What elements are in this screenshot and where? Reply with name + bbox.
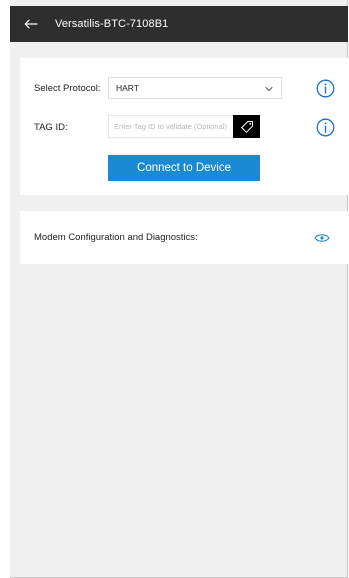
tag-id-label: TAG ID: <box>34 122 68 133</box>
eye-icon <box>314 234 330 242</box>
modem-toggle-button[interactable] <box>314 231 330 243</box>
connection-card: Select Protocol: HART TAG ID: Enter Tag … <box>20 58 348 195</box>
arrow-left-icon <box>24 19 38 29</box>
connect-to-device-button[interactable]: Connect to Device <box>108 155 260 181</box>
connect-button-label: Connect to Device <box>137 162 231 174</box>
protocol-select[interactable]: HART <box>108 77 282 99</box>
left-margin <box>0 0 10 578</box>
app-window: Versatilis-BTC-7108B1 Select Protocol: H… <box>10 0 348 578</box>
modem-card[interactable]: Modem Configuration and Diagnostics: <box>20 211 348 264</box>
protocol-selected-value: HART <box>116 83 139 93</box>
protocol-label: Select Protocol: <box>34 83 101 94</box>
back-button[interactable] <box>20 13 42 35</box>
tag-icon <box>240 120 253 133</box>
app-title: Versatilis-BTC-7108B1 <box>55 18 169 30</box>
tag-validate-button[interactable] <box>233 115 260 138</box>
tag-info-button[interactable] <box>316 118 335 137</box>
protocol-info-button[interactable] <box>316 79 335 98</box>
tag-id-input[interactable] <box>108 115 234 138</box>
chevron-down-icon <box>265 87 273 91</box>
screen: Versatilis-BTC-7108B1 Select Protocol: H… <box>0 0 349 578</box>
info-circle-icon <box>316 79 335 98</box>
modem-config-label: Modem Configuration and Diagnostics: <box>34 232 198 243</box>
info-circle-icon <box>316 118 335 137</box>
app-bar: Versatilis-BTC-7108B1 <box>10 6 348 42</box>
